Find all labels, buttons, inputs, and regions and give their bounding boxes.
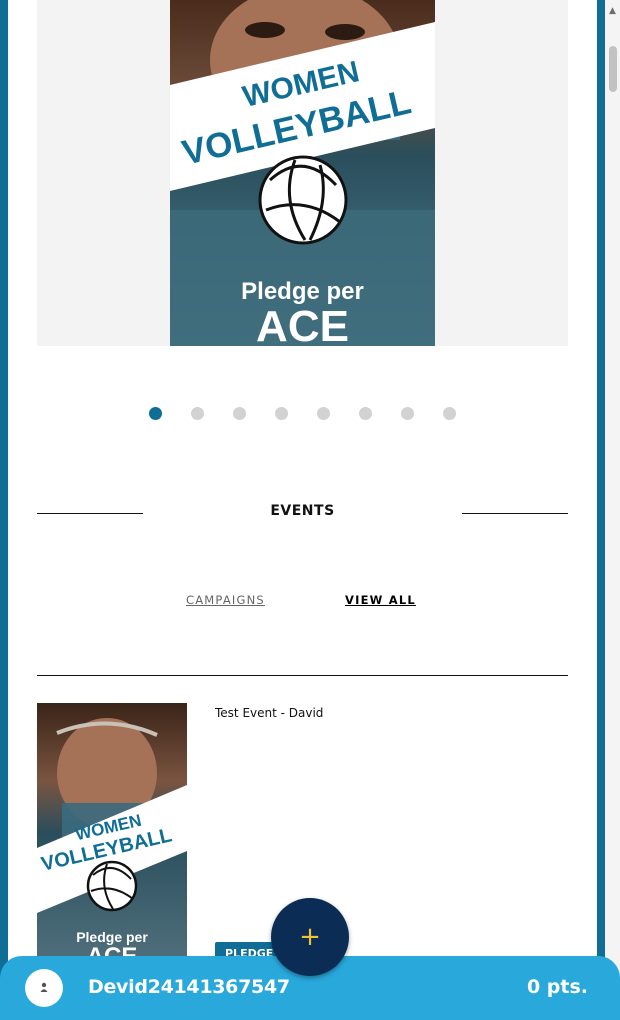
username: Devid24141367547 — [88, 976, 290, 998]
scrollbar-thumb[interactable] — [609, 46, 617, 92]
left-frame-border — [0, 0, 8, 1020]
add-action-button[interactable]: + — [271, 898, 349, 976]
events-heading: EVENTS — [270, 503, 335, 519]
hero-carousel-slide[interactable]: WOMEN VOLLEYBALL Pledge per ACE — [37, 0, 568, 346]
event-poster-thumbnail[interactable]: WOMEN VOLLEYBALL Pledge per ACE — [37, 703, 187, 963]
plus-icon: + — [299, 922, 321, 952]
vertical-scrollbar[interactable]: ▲ — [605, 0, 620, 1020]
user-icon — [40, 982, 48, 992]
carousel-dot-4[interactable] — [275, 407, 288, 420]
carousel-dot-7[interactable] — [401, 407, 414, 420]
tab-campaigns[interactable]: CAMPAIGNS — [186, 593, 265, 607]
event-title[interactable]: Test Event - David — [215, 706, 323, 720]
points-balance: 0 pts. — [526, 976, 588, 998]
events-list-divider — [37, 675, 568, 676]
carousel-pagination — [0, 407, 620, 421]
events-heading-rule-right — [462, 513, 568, 514]
poster-ace-text: ACE — [256, 302, 349, 346]
avatar[interactable] — [25, 969, 63, 1007]
right-frame-border — [597, 0, 605, 1020]
carousel-dot-8[interactable] — [443, 407, 456, 420]
carousel-dot-5[interactable] — [317, 407, 330, 420]
events-heading-rule-left — [37, 513, 143, 514]
carousel-dot-3[interactable] — [233, 407, 246, 420]
scroll-up-arrow-icon[interactable]: ▲ — [605, 4, 620, 18]
carousel-dot-2[interactable] — [191, 407, 204, 420]
tab-view-all[interactable]: VIEW ALL — [345, 593, 416, 607]
hero-campaign-poster: WOMEN VOLLEYBALL Pledge per ACE — [170, 0, 435, 346]
carousel-dot-1[interactable] — [149, 407, 162, 420]
carousel-dot-6[interactable] — [359, 407, 372, 420]
